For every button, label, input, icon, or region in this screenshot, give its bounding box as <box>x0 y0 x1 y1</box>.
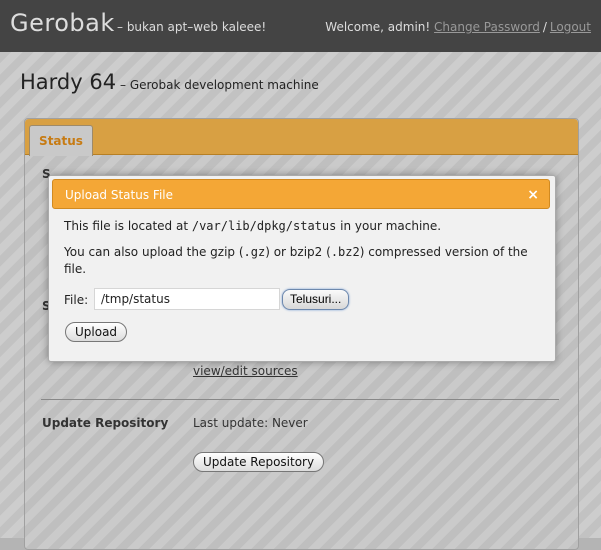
last-update-text: Last update: Never <box>193 416 308 430</box>
text-fragment: in your machine. <box>336 219 442 233</box>
dialog-location-text: This file is located at /var/lib/dpkg/st… <box>64 218 544 235</box>
file-field-label: File: <box>64 293 89 307</box>
top-bar: Gerobak – bukan apt–web kaleee! Welcome,… <box>0 0 601 52</box>
app-tagline: – bukan apt–web kaleee! <box>117 20 267 34</box>
upload-status-dialog: Upload Status File × This file is locate… <box>48 175 556 362</box>
close-icon[interactable]: × <box>527 180 539 210</box>
page-subtitle: – Gerobak development machine <box>120 78 319 92</box>
text-fragment: This file is located at <box>64 219 192 233</box>
text-fragment: You can also upload the gzip ( <box>64 245 244 259</box>
change-password-link[interactable]: Change Password <box>434 20 540 34</box>
upload-button[interactable]: Upload <box>65 322 128 342</box>
app-brand[interactable]: Gerobak <box>10 9 115 37</box>
update-repository-label: Update Repository <box>42 416 169 430</box>
user-box: Welcome, admin! Change Password / Logout <box>325 20 591 34</box>
file-path-input[interactable]: /tmp/status <box>94 288 280 310</box>
dialog-header: Upload Status File × <box>52 179 550 209</box>
update-repository-button[interactable]: Update Repository <box>193 452 325 472</box>
status-file-path: /var/lib/dpkg/status <box>191 219 337 233</box>
gz-extension: .gz <box>243 245 266 259</box>
tab-status[interactable]: Status <box>29 125 93 156</box>
browse-button[interactable]: Telusuri... <box>282 289 350 310</box>
text-fragment: ) or bzip2 ( <box>265 245 331 259</box>
logout-link[interactable]: Logout <box>550 20 591 34</box>
bz2-extension: .bz2 <box>330 245 360 259</box>
view-edit-sources-link[interactable]: view/edit sources <box>193 364 298 378</box>
panel-tab-bar: Status <box>25 119 578 156</box>
dialog-compression-text: You can also upload the gzip (.gz) or bz… <box>64 244 544 278</box>
dialog-title: Upload Status File <box>65 188 173 202</box>
user-links-separator: / <box>542 20 547 34</box>
welcome-text: Welcome, admin! <box>325 20 431 34</box>
page-title: Hardy 64 <box>20 70 117 94</box>
section-divider <box>41 399 559 400</box>
